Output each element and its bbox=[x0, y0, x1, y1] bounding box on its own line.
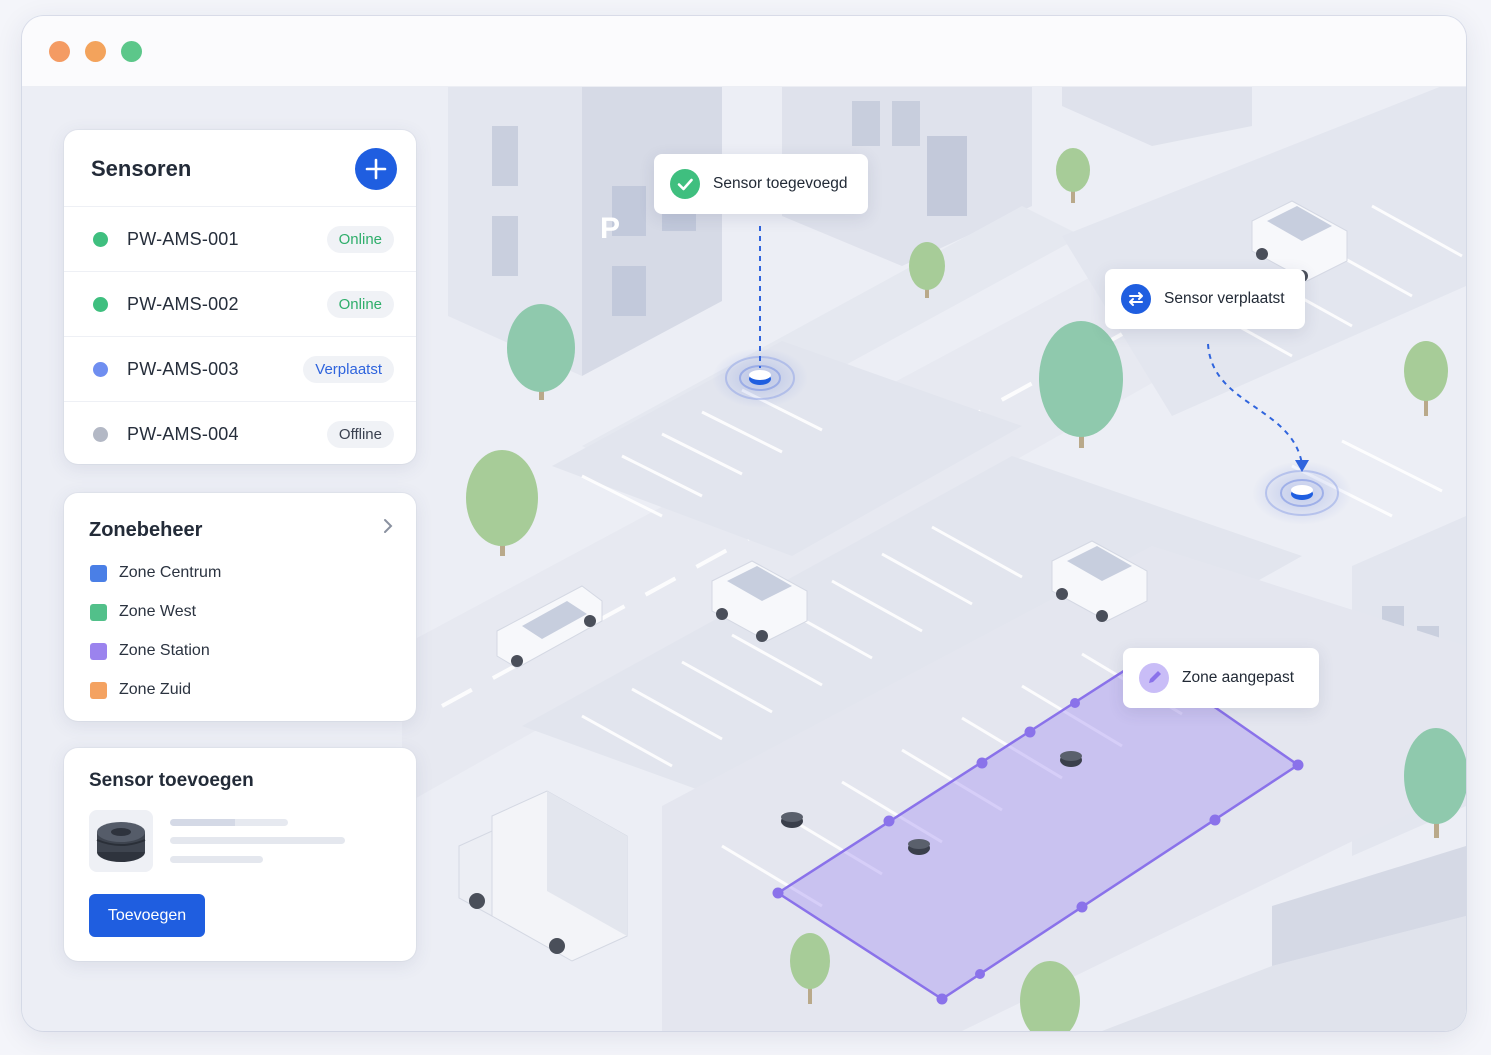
sensor-row[interactable]: PW-AMS-004 Offline bbox=[64, 402, 416, 466]
add-sensor-title: Sensor toevoegen bbox=[89, 770, 254, 791]
status-dot bbox=[93, 297, 108, 312]
status-badge: Online bbox=[326, 291, 394, 318]
zone-label: Zone Station bbox=[119, 642, 210, 659]
zone-color-swatch bbox=[90, 565, 107, 582]
swap-arrows-icon bbox=[1121, 284, 1151, 314]
sensors-panel: Sensoren PW-AMS-001 Online PW-AMS-002 On… bbox=[64, 130, 416, 464]
add-sensor-panel: Sensor toevoegen Toevoegen bbox=[64, 748, 416, 961]
zones-title: Zonebeheer bbox=[89, 519, 203, 541]
zone-color-swatch bbox=[90, 643, 107, 660]
chevron-right-icon[interactable] bbox=[382, 517, 394, 541]
status-dot bbox=[93, 232, 108, 247]
toast-zone-edited: Zone aangepast bbox=[1123, 648, 1319, 708]
sensor-row[interactable]: PW-AMS-003 Verplaatst bbox=[64, 337, 416, 402]
status-dot bbox=[93, 362, 108, 377]
toast-text: Sensor verplaatst bbox=[1164, 290, 1285, 307]
zone-color-swatch bbox=[90, 682, 107, 699]
check-icon bbox=[670, 169, 700, 199]
status-dot bbox=[93, 427, 108, 442]
maximize-window-button[interactable] bbox=[121, 41, 142, 62]
close-window-button[interactable] bbox=[49, 41, 70, 62]
status-badge: Offline bbox=[326, 421, 394, 448]
minimize-window-button[interactable] bbox=[85, 41, 106, 62]
sensor-id: PW-AMS-001 bbox=[127, 229, 239, 249]
ground-sensor[interactable] bbox=[908, 839, 930, 855]
toast-sensor-moved: Sensor verplaatst bbox=[1105, 269, 1305, 329]
app-window: P Sensor toegevoegd Sensor verplaatst Zo… bbox=[22, 16, 1466, 1031]
pencil-icon bbox=[1139, 663, 1169, 693]
sensors-title: Sensoren bbox=[91, 156, 192, 181]
plus-icon bbox=[365, 158, 387, 180]
placeholder-line bbox=[170, 856, 263, 863]
toast-sensor-added: Sensor toegevoegd bbox=[654, 154, 868, 214]
parking-sign: P bbox=[600, 212, 620, 245]
add-sensor-button[interactable] bbox=[355, 148, 397, 190]
sensor-device-icon bbox=[89, 810, 153, 872]
toast-text: Zone aangepast bbox=[1182, 669, 1295, 686]
sensor-row[interactable]: PW-AMS-002 Online bbox=[64, 272, 416, 337]
title-bar bbox=[22, 16, 1466, 87]
placeholder-line bbox=[170, 837, 345, 844]
zones-panel: Zonebeheer Zone Centrum Zone West Zone S… bbox=[64, 493, 416, 721]
zone-color-swatch bbox=[90, 604, 107, 621]
sensor-id: PW-AMS-004 bbox=[127, 424, 239, 444]
status-badge: Verplaatst bbox=[303, 356, 394, 383]
zone-label: Zone West bbox=[119, 603, 197, 620]
status-badge: Online bbox=[326, 226, 394, 253]
sensor-id: PW-AMS-003 bbox=[127, 359, 239, 379]
sensor-id: PW-AMS-002 bbox=[127, 294, 239, 314]
sensor-row[interactable]: PW-AMS-001 Online bbox=[64, 207, 416, 272]
sensors-panel-header: Sensoren bbox=[64, 130, 416, 207]
placeholder-line bbox=[170, 819, 288, 826]
zone-label: Zone Centrum bbox=[119, 564, 222, 581]
zone-label: Zone Zuid bbox=[119, 681, 192, 698]
add-button[interactable]: Toevoegen bbox=[89, 894, 205, 937]
toast-text: Sensor toegevoegd bbox=[713, 175, 848, 192]
ground-sensor[interactable] bbox=[781, 812, 803, 828]
ground-sensor[interactable] bbox=[1060, 751, 1082, 767]
